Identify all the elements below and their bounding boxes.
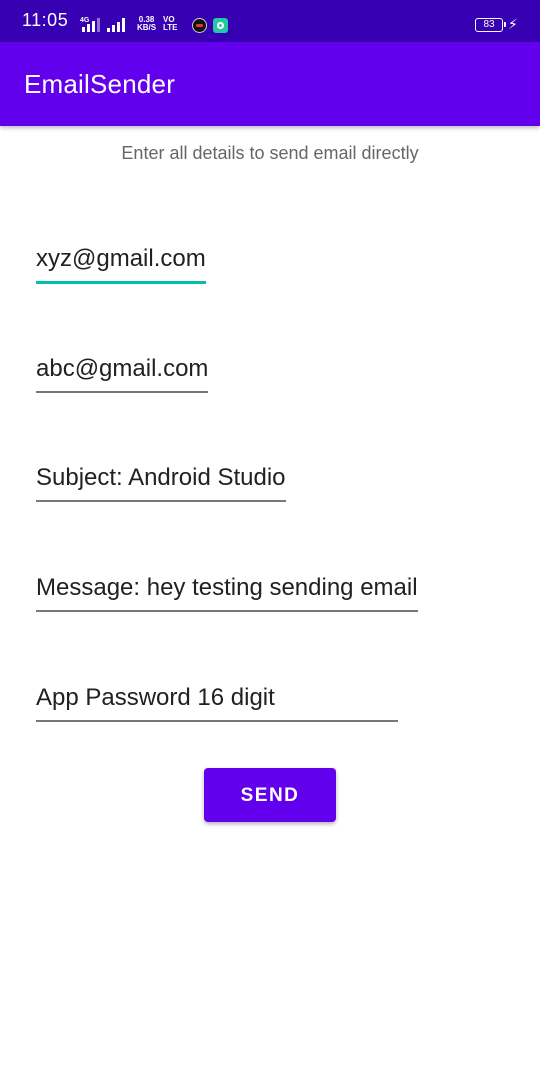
status-time: 11:05	[22, 10, 69, 30]
app-password-field[interactable]: App Password 16 digit	[36, 684, 398, 722]
charging-icon: ⚡	[508, 16, 518, 32]
message-field[interactable]: Message: hey testing sending email	[36, 574, 418, 612]
screen: 11:05 4G 0.38 KB/S VO LTE 83 ⚡ EmailSend…	[0, 0, 540, 1080]
app-title: EmailSender	[24, 69, 176, 99]
to-email-field[interactable]: abc@gmail.com	[36, 355, 209, 393]
from-email-field[interactable]: xyz@gmail.com	[36, 245, 206, 284]
subject-field[interactable]: Subject: Android Studio	[36, 464, 286, 502]
signal-icon	[82, 18, 100, 32]
volte-indicator: VO LTE	[163, 16, 178, 32]
app-bar: EmailSender	[0, 42, 540, 126]
network-speed-unit: KB/S	[137, 23, 157, 32]
notification-app-icon	[192, 18, 207, 33]
instructions-text: Enter all details to send email directly	[121, 143, 419, 163]
network-speed: 0.38 KB/S	[137, 16, 156, 32]
status-bar: 11:05 4G 0.38 KB/S VO LTE 83 ⚡	[0, 0, 540, 42]
notification-app-icon	[213, 18, 228, 33]
send-button[interactable]: SEND	[204, 768, 336, 822]
volte-bottom-label: LTE	[163, 23, 178, 32]
signal-icon	[107, 18, 125, 32]
battery-icon: 83	[475, 18, 506, 32]
